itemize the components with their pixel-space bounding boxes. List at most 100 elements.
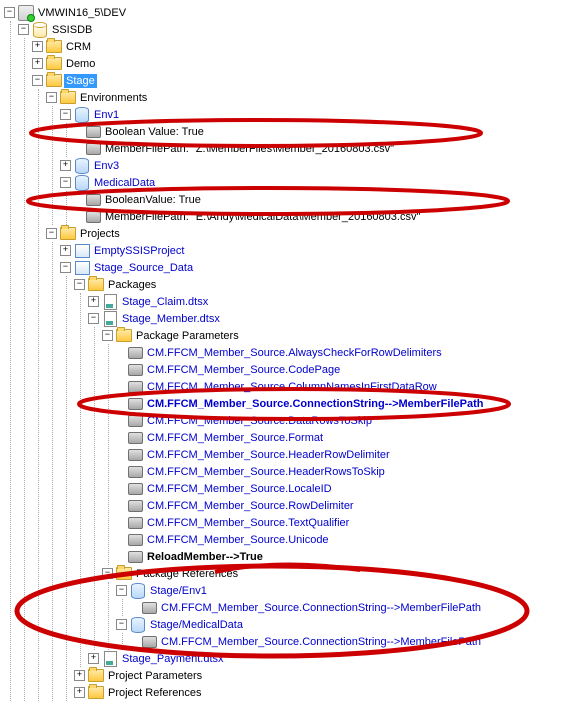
ref-stage-env1[interactable]: Stage/Env1	[116, 582, 574, 616]
packages-folder[interactable]: Packages Stage_Claim.dtsx	[74, 276, 574, 667]
env-var-bool[interactable]: BooleanValue: True	[74, 191, 574, 208]
env-var-bool[interactable]: Boolean Value: True	[74, 123, 574, 140]
parameter-label: CM.FFCM_Member_Source.LocaleID	[145, 482, 334, 496]
expand-icon[interactable]	[60, 160, 71, 171]
parameter-icon	[85, 124, 101, 140]
collapse-icon[interactable]	[4, 7, 15, 18]
collapse-icon[interactable]	[60, 109, 71, 120]
package-parameter-reload[interactable]: ReloadMember-->True	[116, 548, 574, 565]
parameter-label: CM.FFCM_Member_Source.Format	[145, 431, 325, 445]
package-label: Stage_Member.dtsx	[120, 312, 222, 326]
parameter-label: CM.FFCM_Member_Source.CodePage	[145, 363, 342, 377]
ref-value[interactable]: CM.FFCM_Member_Source.ConnectionString--…	[130, 599, 574, 616]
dtsx-icon	[102, 651, 118, 667]
parameter-label: CM.FFCM_Member_Source.HeaderRowDelimiter	[145, 448, 392, 462]
expand-icon[interactable]	[32, 41, 43, 52]
package-stage-claim[interactable]: Stage_Claim.dtsx	[88, 293, 574, 310]
folder-stage[interactable]: Stage Environments	[32, 72, 574, 701]
var-name: MemberFilePath:	[105, 143, 189, 155]
collapse-icon[interactable]	[116, 619, 127, 630]
package-parameter[interactable]: CM.FFCM_Member_Source.TextQualifier	[116, 514, 574, 531]
empty-ssis-project[interactable]: EmptySSISProject	[60, 242, 574, 259]
projects-node[interactable]: Projects EmptySSISProject	[46, 225, 574, 701]
folder-label: Project References	[106, 686, 204, 700]
package-parameter[interactable]: CM.FFCM_Member_Source.HeaderRowsToSkip	[116, 463, 574, 480]
expand-icon[interactable]	[88, 653, 99, 664]
project-icon	[74, 243, 90, 259]
package-stage-payment[interactable]: Stage_Payment.dtsx	[88, 650, 574, 667]
expand-icon[interactable]	[32, 58, 43, 69]
package-stage-member[interactable]: Stage_Member.dtsx	[88, 310, 574, 650]
env1-node[interactable]: Env1 Boolean Value: True	[60, 106, 574, 157]
environment-icon	[74, 107, 90, 123]
package-parameter[interactable]: CM.FFCM_Member_Source.CodePage	[116, 361, 574, 378]
package-parameter[interactable]: CM.FFCM_Member_Source.ConnectionString--…	[116, 395, 574, 412]
parameter-icon	[127, 549, 143, 565]
package-parameter[interactable]: CM.FFCM_Member_Source.Format	[116, 429, 574, 446]
folder-label: Project Parameters	[106, 669, 204, 683]
folder-icon	[116, 566, 132, 582]
var-value: True	[182, 126, 204, 138]
ref-value-label: CM.FFCM_Member_Source.ConnectionString--…	[159, 635, 483, 649]
parameter-label: CM.FFCM_Member_Source.RowDelimiter	[145, 499, 356, 513]
medicaldata-node[interactable]: MedicalData BooleanValue: True	[60, 174, 574, 225]
parameter-icon	[127, 481, 143, 497]
collapse-icon[interactable]	[46, 92, 57, 103]
folder-label-selected: Stage	[64, 74, 97, 88]
collapse-icon[interactable]	[46, 228, 57, 239]
environment-icon	[74, 158, 90, 174]
folder-icon	[46, 56, 62, 72]
package-parameter[interactable]: CM.FFCM_Member_Source.RowDelimiter	[116, 497, 574, 514]
ref-value-label: CM.FFCM_Member_Source.ConnectionString--…	[159, 601, 483, 615]
collapse-icon[interactable]	[74, 279, 85, 290]
env3-node[interactable]: Env3	[60, 157, 574, 174]
var-name: Boolean Value:	[105, 126, 179, 138]
parameter-icon	[85, 192, 101, 208]
package-parameters-folder[interactable]: Package Parameters CM.FFCM_Member_Source…	[102, 327, 574, 565]
parameter-icon	[127, 498, 143, 514]
parameter-icon	[127, 447, 143, 463]
expand-icon[interactable]	[60, 245, 71, 256]
collapse-icon[interactable]	[102, 330, 113, 341]
collapse-icon[interactable]	[116, 585, 127, 596]
expand-icon[interactable]	[74, 687, 85, 698]
package-label: Stage_Claim.dtsx	[120, 295, 210, 309]
server-node[interactable]: VMWIN16_5\DEV SSISDB CRM	[4, 4, 574, 701]
environment-icon	[130, 583, 146, 599]
parameter-label: CM.FFCM_Member_Source.TextQualifier	[145, 516, 351, 530]
collapse-icon[interactable]	[60, 262, 71, 273]
package-parameter[interactable]: CM.FFCM_Member_Source.AlwaysCheckForRowD…	[116, 344, 574, 361]
ssisdb-node[interactable]: SSISDB CRM	[18, 21, 574, 701]
parameter-icon	[127, 345, 143, 361]
package-references-folder[interactable]: Package References	[102, 565, 574, 650]
package-parameter[interactable]: CM.FFCM_Member_Source.HeaderRowDelimiter	[116, 446, 574, 463]
collapse-icon[interactable]	[18, 24, 29, 35]
project-references[interactable]: Project References	[74, 684, 574, 701]
folder-crm[interactable]: CRM	[32, 38, 574, 55]
parameter-icon	[127, 379, 143, 395]
package-parameter[interactable]: CM.FFCM_Member_Source.ColumnNamesInFirst…	[116, 378, 574, 395]
parameter-icon	[127, 464, 143, 480]
environments-node[interactable]: Environments Env1	[46, 89, 574, 225]
ssis-catalog-tree: VMWIN16_5\DEV SSISDB CRM	[4, 4, 574, 701]
ref-value[interactable]: CM.FFCM_Member_Source.ConnectionString--…	[130, 633, 574, 650]
collapse-icon[interactable]	[60, 177, 71, 188]
package-parameter[interactable]: CM.FFCM_Member_Source.LocaleID	[116, 480, 574, 497]
environment-icon	[130, 617, 146, 633]
ref-stage-medical[interactable]: Stage/MedicalData	[116, 616, 574, 650]
stage-source-data-project[interactable]: Stage_Source_Data	[60, 259, 574, 701]
collapse-icon[interactable]	[32, 75, 43, 86]
project-parameters[interactable]: Project Parameters	[74, 667, 574, 684]
expand-icon[interactable]	[88, 296, 99, 307]
folder-demo[interactable]: Demo	[32, 55, 574, 72]
database-icon	[32, 22, 48, 38]
package-parameter[interactable]: CM.FFCM_Member_Source.DataRowsToSkip	[116, 412, 574, 429]
parameter-icon	[127, 515, 143, 531]
env-var-path[interactable]: MemberFilePath: "E:\Andy\MedicalData\Mem…	[74, 208, 574, 225]
ref-label: Stage/MedicalData	[148, 618, 245, 632]
env-var-path[interactable]: MemberFilePath: "Z:\MemberFiles\Member_2…	[74, 140, 574, 157]
expand-icon[interactable]	[74, 670, 85, 681]
package-parameter[interactable]: CM.FFCM_Member_Source.Unicode	[116, 531, 574, 548]
collapse-icon[interactable]	[88, 313, 99, 324]
collapse-icon[interactable]	[102, 568, 113, 579]
